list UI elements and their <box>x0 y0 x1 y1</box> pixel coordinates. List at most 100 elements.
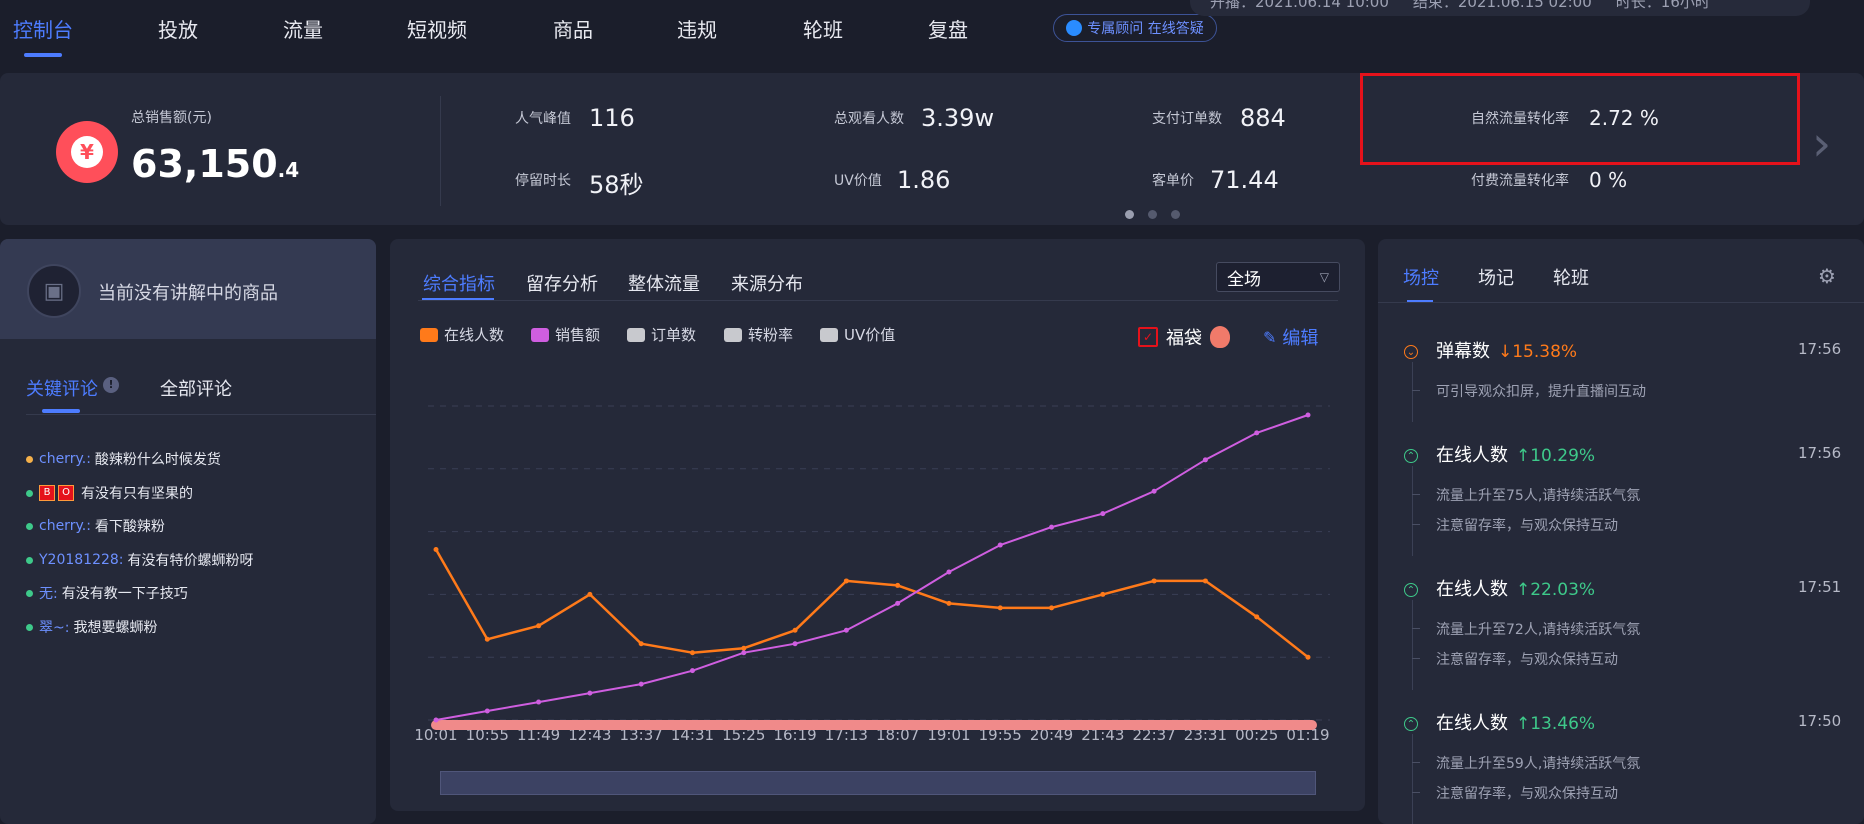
timeline-line <box>1412 362 1413 422</box>
data-point <box>1202 578 1208 584</box>
stat-value-viewers: 3.39w <box>921 104 995 132</box>
tab-overall-traffic[interactable]: 整体流量 <box>628 270 700 296</box>
comment-user[interactable]: Y20181228: <box>39 552 124 568</box>
event-time: 17:56 <box>1798 444 1842 462</box>
nav-active-indicator <box>24 53 62 57</box>
nav-ads[interactable]: 投放 <box>158 14 198 43</box>
comment-item: cherry.: 看下酸辣粉 <box>26 516 165 536</box>
lucky-bag-icon <box>1210 326 1230 348</box>
legend-fan-rate[interactable]: 转粉率 <box>724 324 793 345</box>
comment-user[interactable]: 无: <box>39 583 58 603</box>
comment-item: BO 有没有只有坚果的 <box>26 483 193 503</box>
tab-all-comments[interactable]: 全部评论 <box>160 375 232 401</box>
pager-dot-3[interactable] <box>1171 210 1180 219</box>
legend-online[interactable]: 在线人数 <box>420 324 504 345</box>
stat-value-orders: 884 <box>1240 104 1286 132</box>
comment-text: 看下酸辣粉 <box>94 519 165 535</box>
nav-review[interactable]: 复盘 <box>928 14 968 43</box>
comment-dot <box>26 455 33 463</box>
data-point <box>1305 654 1311 660</box>
timeline-tick <box>1412 494 1420 495</box>
comment-item: 无: 有没有教一下子技巧 <box>26 583 188 603</box>
highlight-box <box>1360 73 1800 165</box>
data-point <box>997 542 1003 548</box>
stats-divider <box>440 96 441 206</box>
tab-control[interactable]: 场控 <box>1403 264 1439 290</box>
data-point <box>484 708 490 714</box>
event-note: 流量上升至59人,请持续活跃气氛 <box>1436 756 1641 772</box>
event-delta: ↓15.38% <box>1498 342 1578 362</box>
data-point <box>741 650 747 656</box>
chart-zoom-slider[interactable] <box>440 771 1316 795</box>
stat-label-uv: UV价值 <box>834 173 882 189</box>
legend-orders[interactable]: 订单数 <box>627 324 696 345</box>
nav-console[interactable]: 控制台 <box>13 14 73 43</box>
tab-source-distribution[interactable]: 来源分布 <box>731 270 803 296</box>
comment-item: Y20181228: 有没有特价螺蛳粉呀 <box>26 550 254 570</box>
stat-value-avg-price: 71.44 <box>1210 166 1279 194</box>
checkbox-icon[interactable]: ✓ <box>1138 327 1158 347</box>
yen-icon: ¥ <box>56 121 118 183</box>
data-point <box>689 668 695 674</box>
nav-violations[interactable]: 违规 <box>677 14 717 43</box>
tab-log[interactable]: 场记 <box>1478 264 1514 290</box>
event-time: 17:51 <box>1798 578 1842 596</box>
event-delta: ↑13.46% <box>1516 714 1596 734</box>
live-duration: 时长：16小时 <box>1615 0 1710 11</box>
event-note: 流量上升至72人,请持续活跃气氛 <box>1436 622 1641 638</box>
data-point <box>1254 430 1260 436</box>
data-point <box>895 600 901 606</box>
comment-user[interactable]: cherry.: <box>39 451 91 467</box>
pager-dot-2[interactable] <box>1148 210 1157 219</box>
info-icon[interactable]: ! <box>103 377 119 393</box>
legend-sales[interactable]: 销售额 <box>531 324 600 345</box>
comment-item: cherry.: 酸辣粉什么时候发货 <box>26 449 221 469</box>
data-point <box>1049 605 1055 611</box>
nav-products[interactable]: 商品 <box>553 14 593 43</box>
total-sales-value: 63,150.4 <box>131 142 300 186</box>
comment-user[interactable]: cherry.: <box>39 518 91 534</box>
event-note: 注意留存率，与观众保持互动 <box>1436 652 1618 668</box>
comment-user[interactable]: 翠~: <box>39 617 69 637</box>
legend-uv-value[interactable]: UV价值 <box>820 324 895 345</box>
stat-label-orders: 支付订单数 <box>1152 111 1222 127</box>
data-point <box>843 627 849 633</box>
tab-overall-metrics[interactable]: 综合指标 <box>423 270 495 296</box>
event-delta: ↑10.29% <box>1516 446 1596 466</box>
pencil-icon: ✎ <box>1263 327 1277 347</box>
nav-short-video[interactable]: 短视频 <box>407 14 467 43</box>
total-sales-label: 总销售额(元) <box>131 110 212 126</box>
stat-value-uv: 1.86 <box>897 166 951 194</box>
legend-swatch <box>724 327 742 342</box>
right-tab-divider <box>1378 302 1864 303</box>
tab-shift[interactable]: 轮班 <box>1553 264 1589 290</box>
chevron-down-icon: ⌄ <box>1404 345 1418 359</box>
chevron-right-icon[interactable]: › <box>1812 120 1831 168</box>
advisor-button[interactable]: 专属顾问 在线答疑 <box>1053 14 1217 42</box>
comment-dot <box>26 556 33 564</box>
data-point <box>536 623 542 629</box>
tab-retention[interactable]: 留存分析 <box>526 270 598 296</box>
pager-dot-1[interactable] <box>1125 210 1134 219</box>
nav-shifts[interactable]: 轮班 <box>803 14 843 43</box>
legend-swatch <box>820 327 838 342</box>
edit-button[interactable]: ✎ 编辑 <box>1263 324 1318 350</box>
data-point <box>638 641 644 647</box>
scope-select[interactable]: 全场 ▽ <box>1216 262 1340 292</box>
event-note: 注意留存率，与观众保持互动 <box>1436 786 1618 802</box>
data-point <box>792 641 798 647</box>
tab-key-comments[interactable]: 关键评论 <box>26 375 98 401</box>
chevron-down-icon: ▽ <box>1319 270 1329 284</box>
data-point <box>946 569 952 575</box>
lucky-bag-toggle[interactable]: ✓ 福袋 <box>1138 324 1230 350</box>
event-note: 可引导观众扣屏，提升直播间互动 <box>1436 384 1646 400</box>
stat-value-paid-cvr: 0 % <box>1589 168 1628 192</box>
comment-text: 有没有教一下子技巧 <box>61 586 188 602</box>
data-point <box>1305 412 1311 418</box>
scope-select-value: 全场 <box>1227 269 1261 290</box>
data-point <box>1151 578 1157 584</box>
gear-icon[interactable]: ⚙ <box>1818 264 1836 288</box>
comment-tab-divider <box>26 414 376 415</box>
nav-traffic[interactable]: 流量 <box>283 14 323 43</box>
metrics-chart: 10:01 10:55 11:49 12:43 13:37 14:31 15:25 16:19… <box>414 405 1330 744</box>
